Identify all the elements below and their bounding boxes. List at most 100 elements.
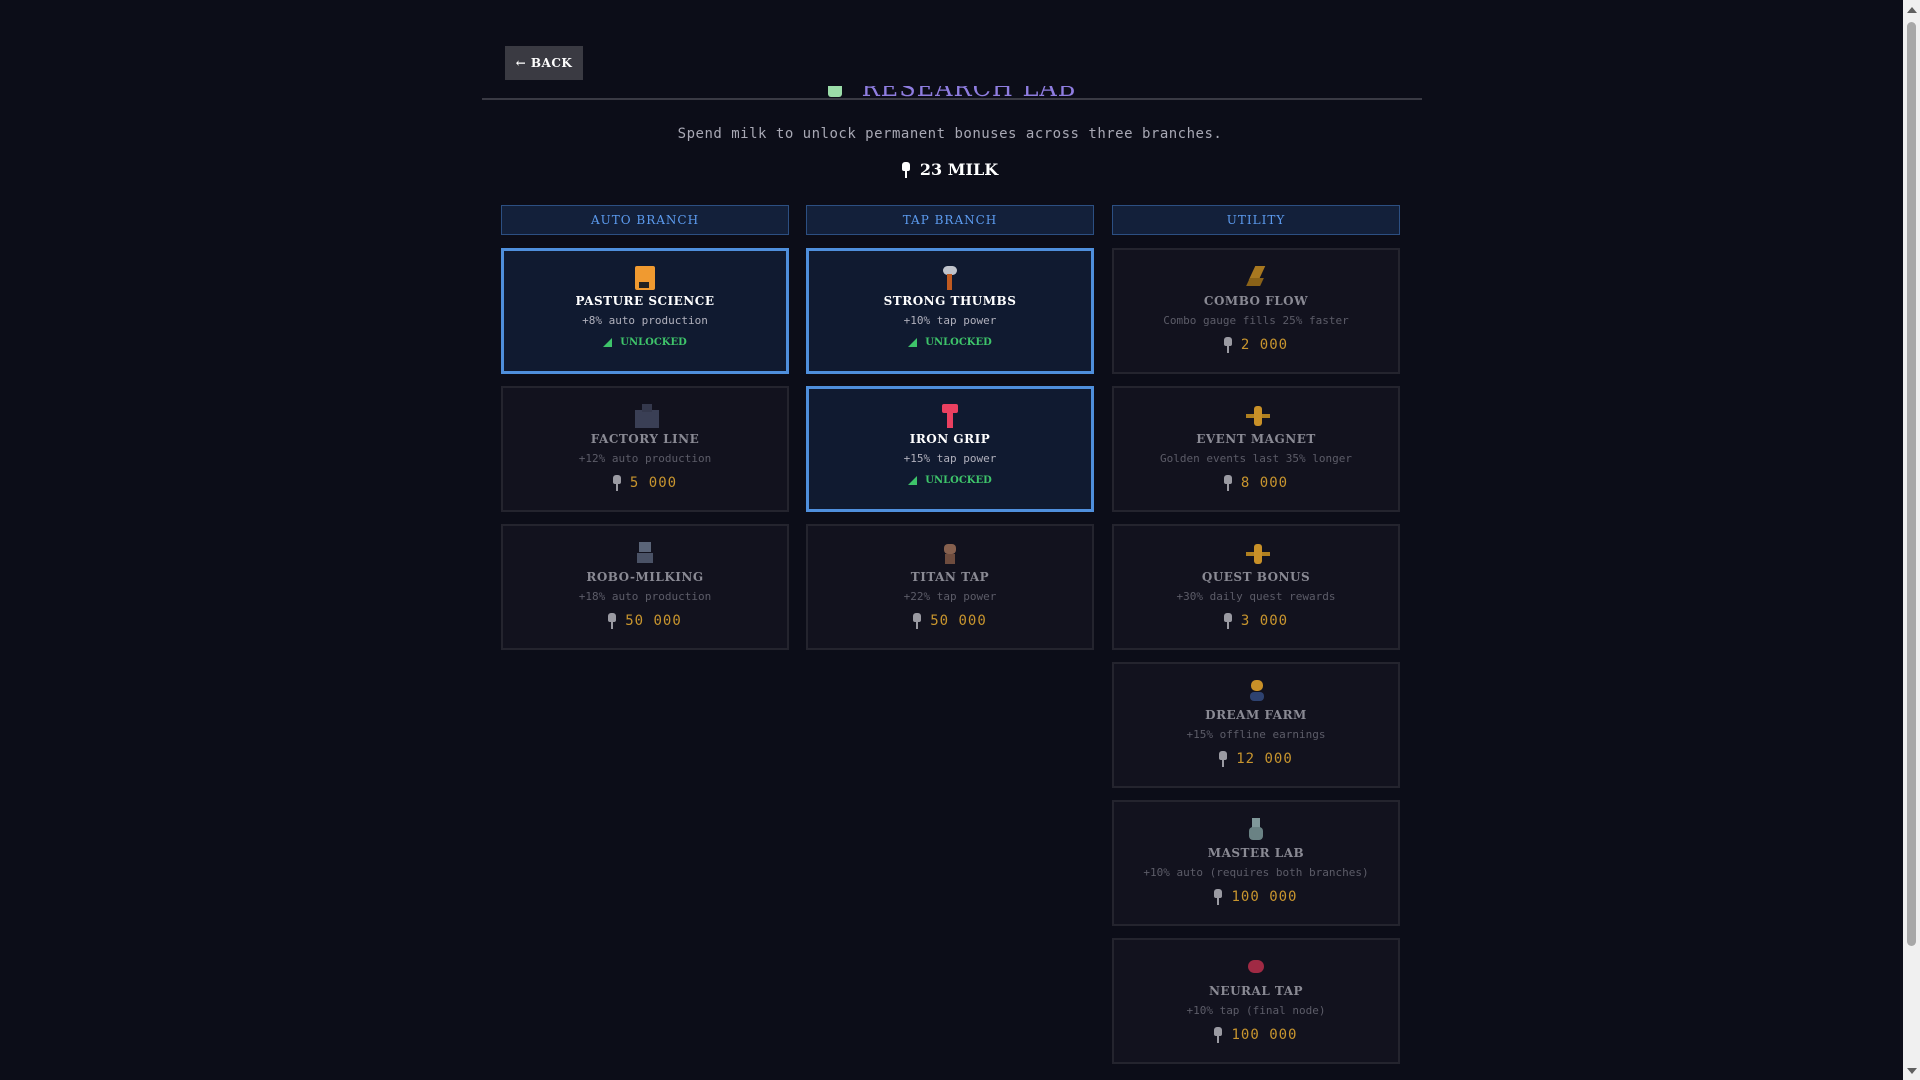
node-name: TITAN TAP — [910, 570, 990, 584]
flask-icon — [1246, 818, 1266, 842]
node-cost: 5 000 — [503, 475, 787, 491]
page-subtitle: Spend milk to unlock permanent bonuses a… — [677, 126, 1223, 142]
utility-branch-column: UTILITY COMBO FLOW Combo gauge fills 25%… — [1112, 205, 1400, 1064]
node-dream-farm[interactable]: DREAM FARM +15% offline earnings 12 000 — [1112, 662, 1400, 788]
unlocked-status: UNLOCKED — [809, 337, 1091, 348]
tap-branch-column: TAP BRANCH STRONG THUMBS +10% tap power … — [806, 205, 1094, 650]
cost-value: 2 000 — [1240, 337, 1289, 353]
node-name: NEURAL TAP — [1208, 984, 1304, 998]
scroll-up-arrow-icon[interactable] — [1907, 7, 1917, 13]
status-label: UNLOCKED — [620, 337, 687, 348]
status-label: UNLOCKED — [925, 475, 992, 486]
node-description: +8% auto production — [582, 314, 708, 327]
cost-value: 100 000 — [1231, 889, 1298, 905]
node-name: COMBO FLOW — [1203, 294, 1309, 308]
node-name: MASTER LAB — [1207, 846, 1305, 860]
node-description: +12% auto production — [578, 452, 712, 465]
node-factory-line[interactable]: FACTORY LINE +12% auto production 5 000 — [501, 386, 789, 512]
sparkle-icon — [1246, 404, 1270, 428]
node-cost: 8 000 — [1114, 475, 1398, 491]
sparkle-icon — [1246, 542, 1270, 566]
node-description: Combo gauge fills 25% faster — [1163, 314, 1349, 327]
node-description: +10% tap (final node) — [1186, 1004, 1326, 1017]
vertical-scrollbar[interactable] — [1903, 0, 1920, 1080]
node-description: Golden events last 35% longer — [1159, 452, 1353, 465]
node-description: +10% auto (requires both branches) — [1143, 866, 1369, 879]
pasture-icon — [635, 266, 655, 290]
check-icon — [908, 338, 918, 347]
milk-balance: 23 MILK — [0, 160, 1900, 179]
node-robo-milking[interactable]: ROBO-MILKING +18% auto production 50 000 — [501, 524, 789, 650]
branch-header-tap: TAP BRANCH — [806, 205, 1094, 235]
node-name: DREAM FARM — [1205, 708, 1307, 722]
node-neural-tap[interactable]: NEURAL TAP +10% tap (final node) 100 000 — [1112, 938, 1400, 1064]
milk-bottle-icon — [1219, 751, 1228, 767]
back-button[interactable]: ← BACK — [505, 46, 583, 80]
check-icon — [603, 338, 613, 347]
node-description: +30% daily quest rewards — [1176, 590, 1336, 603]
dream-icon — [1246, 680, 1266, 704]
node-cost: 12 000 — [1114, 751, 1398, 767]
lightning-icon — [1246, 266, 1266, 290]
node-pasture-science[interactable]: PASTURE SCIENCE +8% auto production UNLO… — [501, 248, 789, 374]
iron-grip-icon — [940, 404, 960, 428]
node-name: IRON GRIP — [909, 432, 991, 446]
factory-icon — [635, 404, 659, 428]
auto-branch-column: AUTO BRANCH PASTURE SCIENCE +8% auto pro… — [501, 205, 789, 650]
robot-icon — [635, 542, 655, 566]
node-description: +10% tap power — [903, 314, 997, 327]
node-strong-thumbs[interactable]: STRONG THUMBS +10% tap power UNLOCKED — [806, 248, 1094, 374]
flask-icon — [827, 86, 842, 97]
milk-bottle-icon — [901, 161, 910, 178]
cost-value: 3 000 — [1240, 613, 1289, 629]
node-titan-tap[interactable]: TITAN TAP +22% tap power 50 000 — [806, 524, 1094, 650]
page-title-text: RESEARCH LAB — [861, 86, 1077, 100]
branch-header-auto: AUTO BRANCH — [501, 205, 789, 235]
unlocked-status: UNLOCKED — [809, 475, 1091, 486]
hammer-icon — [940, 266, 960, 290]
node-description: +15% tap power — [903, 452, 997, 465]
milk-bottle-icon — [612, 475, 621, 491]
milk-bottle-icon — [1223, 337, 1232, 353]
unlocked-status: UNLOCKED — [504, 337, 786, 348]
brain-icon — [1246, 956, 1266, 980]
node-cost: 50 000 — [503, 613, 787, 629]
node-name: ROBO-MILKING — [586, 570, 704, 584]
node-iron-grip[interactable]: IRON GRIP +15% tap power UNLOCKED — [806, 386, 1094, 512]
cost-value: 50 000 — [930, 613, 987, 629]
titan-icon — [940, 542, 960, 566]
milk-bottle-icon — [1223, 475, 1232, 491]
check-icon — [908, 476, 918, 485]
node-combo-flow[interactable]: COMBO FLOW Combo gauge fills 25% faster … — [1112, 248, 1400, 374]
node-cost: 100 000 — [1114, 1027, 1398, 1043]
milk-amount: 23 MILK — [919, 160, 999, 179]
title-bar: RESEARCH LAB — [482, 86, 1422, 100]
node-cost: 2 000 — [1114, 337, 1398, 353]
node-event-magnet[interactable]: EVENT MAGNET Golden events last 35% long… — [1112, 386, 1400, 512]
node-name: QUEST BONUS — [1201, 570, 1311, 584]
scroll-down-arrow-icon[interactable] — [1907, 1068, 1917, 1074]
node-description: +18% auto production — [578, 590, 712, 603]
node-cost: 100 000 — [1114, 889, 1398, 905]
node-quest-bonus[interactable]: QUEST BONUS +30% daily quest rewards 3 0… — [1112, 524, 1400, 650]
node-cost: 50 000 — [808, 613, 1092, 629]
page-title: RESEARCH LAB — [482, 86, 1422, 100]
cost-value: 50 000 — [625, 613, 682, 629]
cost-value: 12 000 — [1236, 751, 1293, 767]
node-cost: 3 000 — [1114, 613, 1398, 629]
milk-bottle-icon — [1214, 1027, 1223, 1043]
node-description: +22% tap power — [903, 590, 997, 603]
node-name: FACTORY LINE — [590, 432, 700, 446]
scrollbar-thumb[interactable] — [1907, 22, 1916, 946]
node-name: EVENT MAGNET — [1196, 432, 1316, 446]
milk-bottle-icon — [913, 613, 922, 629]
node-master-lab[interactable]: MASTER LAB +10% auto (requires both bran… — [1112, 800, 1400, 926]
cost-value: 5 000 — [629, 475, 678, 491]
cost-value: 100 000 — [1231, 1027, 1298, 1043]
milk-bottle-icon — [608, 613, 617, 629]
status-label: UNLOCKED — [925, 337, 992, 348]
node-name: STRONG THUMBS — [883, 294, 1017, 308]
milk-bottle-icon — [1223, 613, 1232, 629]
branch-header-utility: UTILITY — [1112, 205, 1400, 235]
node-description: +15% offline earnings — [1186, 728, 1326, 741]
